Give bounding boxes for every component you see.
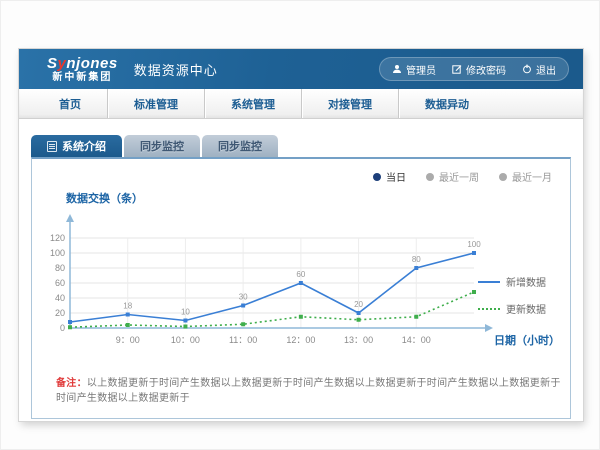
svg-text:80: 80 [412,255,421,264]
tab-bar: 系统介绍同步监控同步监控 [19,125,583,157]
chart-area: 0 20 40 60 80 100 120 9：00 10：00 11：00 12：00 13：00 1… [40,208,562,360]
legend-item-更新数据: 更新数据 [478,301,546,316]
svg-text:100: 100 [50,248,65,258]
tab-同步监控-1[interactable]: 同步监控 [124,135,200,157]
main-nav: 首页标准管理系统管理对接管理数据异动 [19,89,583,119]
radio-最近一周[interactable]: 最近一周 [426,169,479,184]
chart-legend: 新增数据更新数据 [478,274,546,316]
svg-text:60: 60 [55,278,65,288]
svg-text:20: 20 [55,308,65,318]
svg-text:120: 120 [50,233,65,243]
svg-text:40: 40 [55,293,65,303]
svg-text:12：00: 12：00 [286,335,315,345]
radio-dot-icon [373,173,381,181]
edit-icon [452,64,462,74]
user-menu: 管理员 修改密码 退出 [379,57,569,81]
logo-text: S [47,55,58,72]
legend-swatch-icon [478,308,500,310]
footnote-text: 以上数据更新于时间产生数据以上数据更新于时间产生数据以上数据更新于时间产生数据以… [56,378,561,404]
logo-text: njones [66,55,117,72]
legend-swatch-icon [478,281,500,283]
company-logo: Synjones 新中新集团 [47,56,118,83]
period-filter: 当日 最近一周 最近一月 [40,165,562,184]
nav-item-数据异动[interactable]: 数据异动 [398,89,495,118]
svg-text:9：00: 9：00 [116,335,140,345]
legend-item-新增数据: 新增数据 [478,274,546,289]
nav-item-系统管理[interactable]: 系统管理 [204,89,301,118]
user-menu-item-修改密码[interactable]: 修改密码 [452,62,506,77]
svg-text:日期（小时）: 日期（小时） [494,333,560,347]
app-header: Synjones 新中新集团 数据资源中心 管理员 修改密码 退出 [19,49,583,89]
content-panel: 当日 最近一周 最近一月 数据交换（条） 0 20 40 60 80 100 120 9：00 10… [31,157,571,419]
user-icon [392,64,402,74]
radio-当日[interactable]: 当日 [373,169,406,184]
radio-dot-icon [499,173,507,181]
page-title: 数据资源中心 [134,60,218,79]
logo-subtitle: 新中新集团 [47,73,118,83]
radio-最近一月[interactable]: 最近一月 [499,169,552,184]
svg-text:10：00: 10：00 [171,335,200,345]
power-icon [522,64,532,74]
app-window: Synjones 新中新集团 数据资源中心 管理员修改密码退出 首页标准管理系统… [19,49,583,421]
chart-y-axis-title: 数据交换（条） [66,190,562,206]
svg-text:100: 100 [467,240,481,249]
radio-dot-icon [426,173,434,181]
svg-text:11：00: 11：00 [229,335,257,345]
footnote: 备注：以上数据更新于时间产生数据以上数据更新于时间产生数据以上数据更新于时间产生… [56,374,562,404]
svg-text:30: 30 [239,293,248,302]
footnote-label: 备注： [56,378,87,389]
svg-text:14：00: 14：00 [402,335,431,345]
user-menu-item-管理员[interactable]: 管理员 [392,62,436,77]
nav-item-首页[interactable]: 首页 [33,89,107,118]
tab-系统介绍-0[interactable]: 系统介绍 [31,135,122,157]
logo-wordmark: Synjones [47,56,118,71]
document-icon [47,141,57,152]
svg-text:18: 18 [123,302,132,311]
tab-同步监控-2[interactable]: 同步监控 [202,135,278,157]
svg-text:20: 20 [354,300,363,309]
nav-item-对接管理[interactable]: 对接管理 [301,89,398,118]
svg-text:13：00: 13：00 [344,335,373,345]
svg-text:60: 60 [296,270,305,279]
svg-text:10: 10 [181,308,190,317]
svg-text:80: 80 [55,263,65,273]
nav-item-标准管理[interactable]: 标准管理 [107,89,204,118]
user-menu-item-退出[interactable]: 退出 [522,62,556,77]
svg-text:0: 0 [60,323,65,333]
page-background: Synjones 新中新集团 数据资源中心 管理员修改密码退出 首页标准管理系统… [0,0,600,450]
